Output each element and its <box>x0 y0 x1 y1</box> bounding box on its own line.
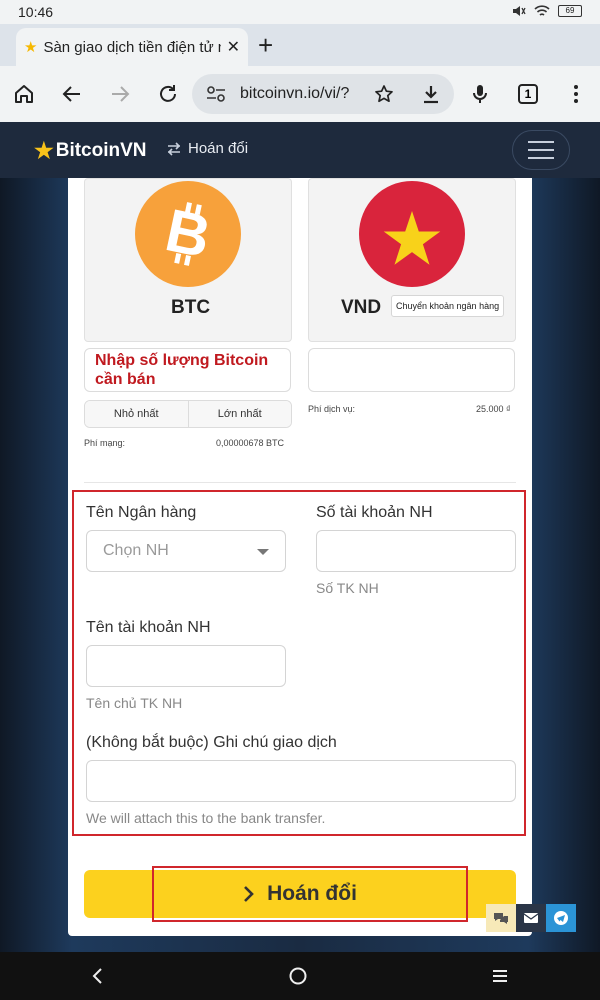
tab-switcher-button[interactable]: 1 <box>512 78 544 110</box>
network-fee-value: 0,00000678 BTC <box>216 438 285 448</box>
hamburger-menu-icon[interactable] <box>512 130 570 170</box>
to-currency-label: VND <box>341 297 382 318</box>
forward-arrow-icon[interactable] <box>104 78 136 110</box>
nav-swap-link[interactable]: Hoán đổi <box>166 140 248 157</box>
status-icons: 69 <box>512 4 582 18</box>
account-number-help: Số TK NH <box>316 580 379 596</box>
account-number-input[interactable] <box>316 530 516 572</box>
nav-swap-label: Hoán đổi <box>188 140 249 157</box>
min-max-group: Nhỏ nhất Lớn nhất <box>84 400 292 428</box>
nav-home-icon[interactable] <box>288 966 308 986</box>
swap-icon <box>167 141 181 156</box>
nav-back-icon[interactable] <box>91 967 105 985</box>
download-icon[interactable] <box>422 84 440 104</box>
bank-select[interactable]: Chọn NH <box>86 530 286 572</box>
nav-recents-icon[interactable] <box>491 968 509 984</box>
section-divider <box>84 482 516 483</box>
url-text: bitcoinvn.io/vi/? <box>240 85 350 102</box>
bookmark-star-icon[interactable] <box>374 84 394 104</box>
status-time: 10:46 <box>18 4 54 20</box>
from-currency-box[interactable]: B BTC <box>84 178 292 342</box>
browser-menu-icon[interactable] <box>560 78 592 110</box>
mute-icon <box>513 6 526 16</box>
status-bar: 10:46 69 <box>0 0 600 24</box>
tab-count: 1 <box>518 84 538 104</box>
service-fee-label: Phí dịch vụ: <box>308 404 356 414</box>
vietnam-flag-icon <box>359 181 465 287</box>
browser-toolbar: bitcoinvn.io/vi/? 1 <box>0 66 600 122</box>
address-bar[interactable]: bitcoinvn.io/vi/? <box>192 74 454 114</box>
battery-icon: 69 <box>558 5 582 17</box>
site-settings-icon[interactable] <box>206 86 226 102</box>
logo-star-icon: ★ <box>34 138 54 163</box>
bank-transfer-chip[interactable]: Chuyển khoản ngân hàng <box>391 295 505 317</box>
min-button[interactable]: Nhỏ nhất <box>85 401 188 427</box>
transaction-note-help: We will attach this to the bank transfer… <box>86 810 326 826</box>
from-currency-label: BTC <box>171 297 211 318</box>
back-arrow-icon[interactable] <box>56 78 88 110</box>
chevron-down-icon <box>257 549 269 555</box>
to-currency-box[interactable]: VND Chuyển khoản ngân hàng <box>308 178 516 342</box>
contact-buttons <box>486 904 576 932</box>
reload-icon[interactable] <box>152 78 184 110</box>
system-nav-bar <box>0 952 600 1000</box>
account-name-label: Tên tài khoản NH <box>86 619 211 636</box>
chat-icon[interactable] <box>486 904 516 932</box>
bank-select-value: Chọn NH <box>103 542 169 559</box>
site-header: ★ BitcoinVN Hoán đổi <box>0 122 600 178</box>
brand-name: BitcoinVN <box>55 140 147 161</box>
site-favicon-icon: ★ <box>24 39 38 56</box>
bitcoin-logo-icon: B <box>135 181 241 287</box>
btc-amount-input[interactable]: Nhập số lượng Bitcoin cần bán <box>84 348 291 392</box>
new-tab-icon[interactable]: + <box>258 30 273 61</box>
account-name-help: Tên chủ TK NH <box>86 695 183 711</box>
account-name-input[interactable] <box>86 645 286 687</box>
network-fee-label: Phí mạng: <box>84 438 126 448</box>
telegram-icon[interactable] <box>546 904 576 932</box>
tab-title: Sàn giao dịch tiền điện tử nh <box>43 38 221 56</box>
email-icon[interactable] <box>516 904 546 932</box>
home-icon[interactable] <box>8 78 40 110</box>
bank-details-form: Tên Ngân hàng Chọn NH Số tài khoản NH Số… <box>72 490 526 836</box>
tab-strip: ★ Sàn giao dịch tiền điện tử nh ✕ + <box>0 24 600 66</box>
account-number-label: Số tài khoản NH <box>316 504 433 521</box>
microphone-icon[interactable] <box>464 78 496 110</box>
site-logo[interactable]: ★ BitcoinVN <box>34 138 147 164</box>
transaction-note-input[interactable] <box>86 760 516 802</box>
close-tab-icon[interactable]: ✕ <box>227 37 240 57</box>
service-fee-value: 25.000 ₫ <box>476 404 511 414</box>
transaction-note-label: (Không bắt buộc) Ghi chú giao dịch <box>86 734 337 751</box>
wifi-icon <box>534 5 550 16</box>
exchange-card: B BTC VND Chuyển khoản ngân hàng Nhập số… <box>68 178 532 936</box>
vnd-amount-input[interactable] <box>308 348 515 392</box>
bank-name-label: Tên Ngân hàng <box>86 504 197 521</box>
max-button[interactable]: Lớn nhất <box>187 401 291 427</box>
browser-tab[interactable]: ★ Sàn giao dịch tiền điện tử nh ✕ <box>16 28 248 66</box>
submit-highlight-box <box>152 866 468 922</box>
